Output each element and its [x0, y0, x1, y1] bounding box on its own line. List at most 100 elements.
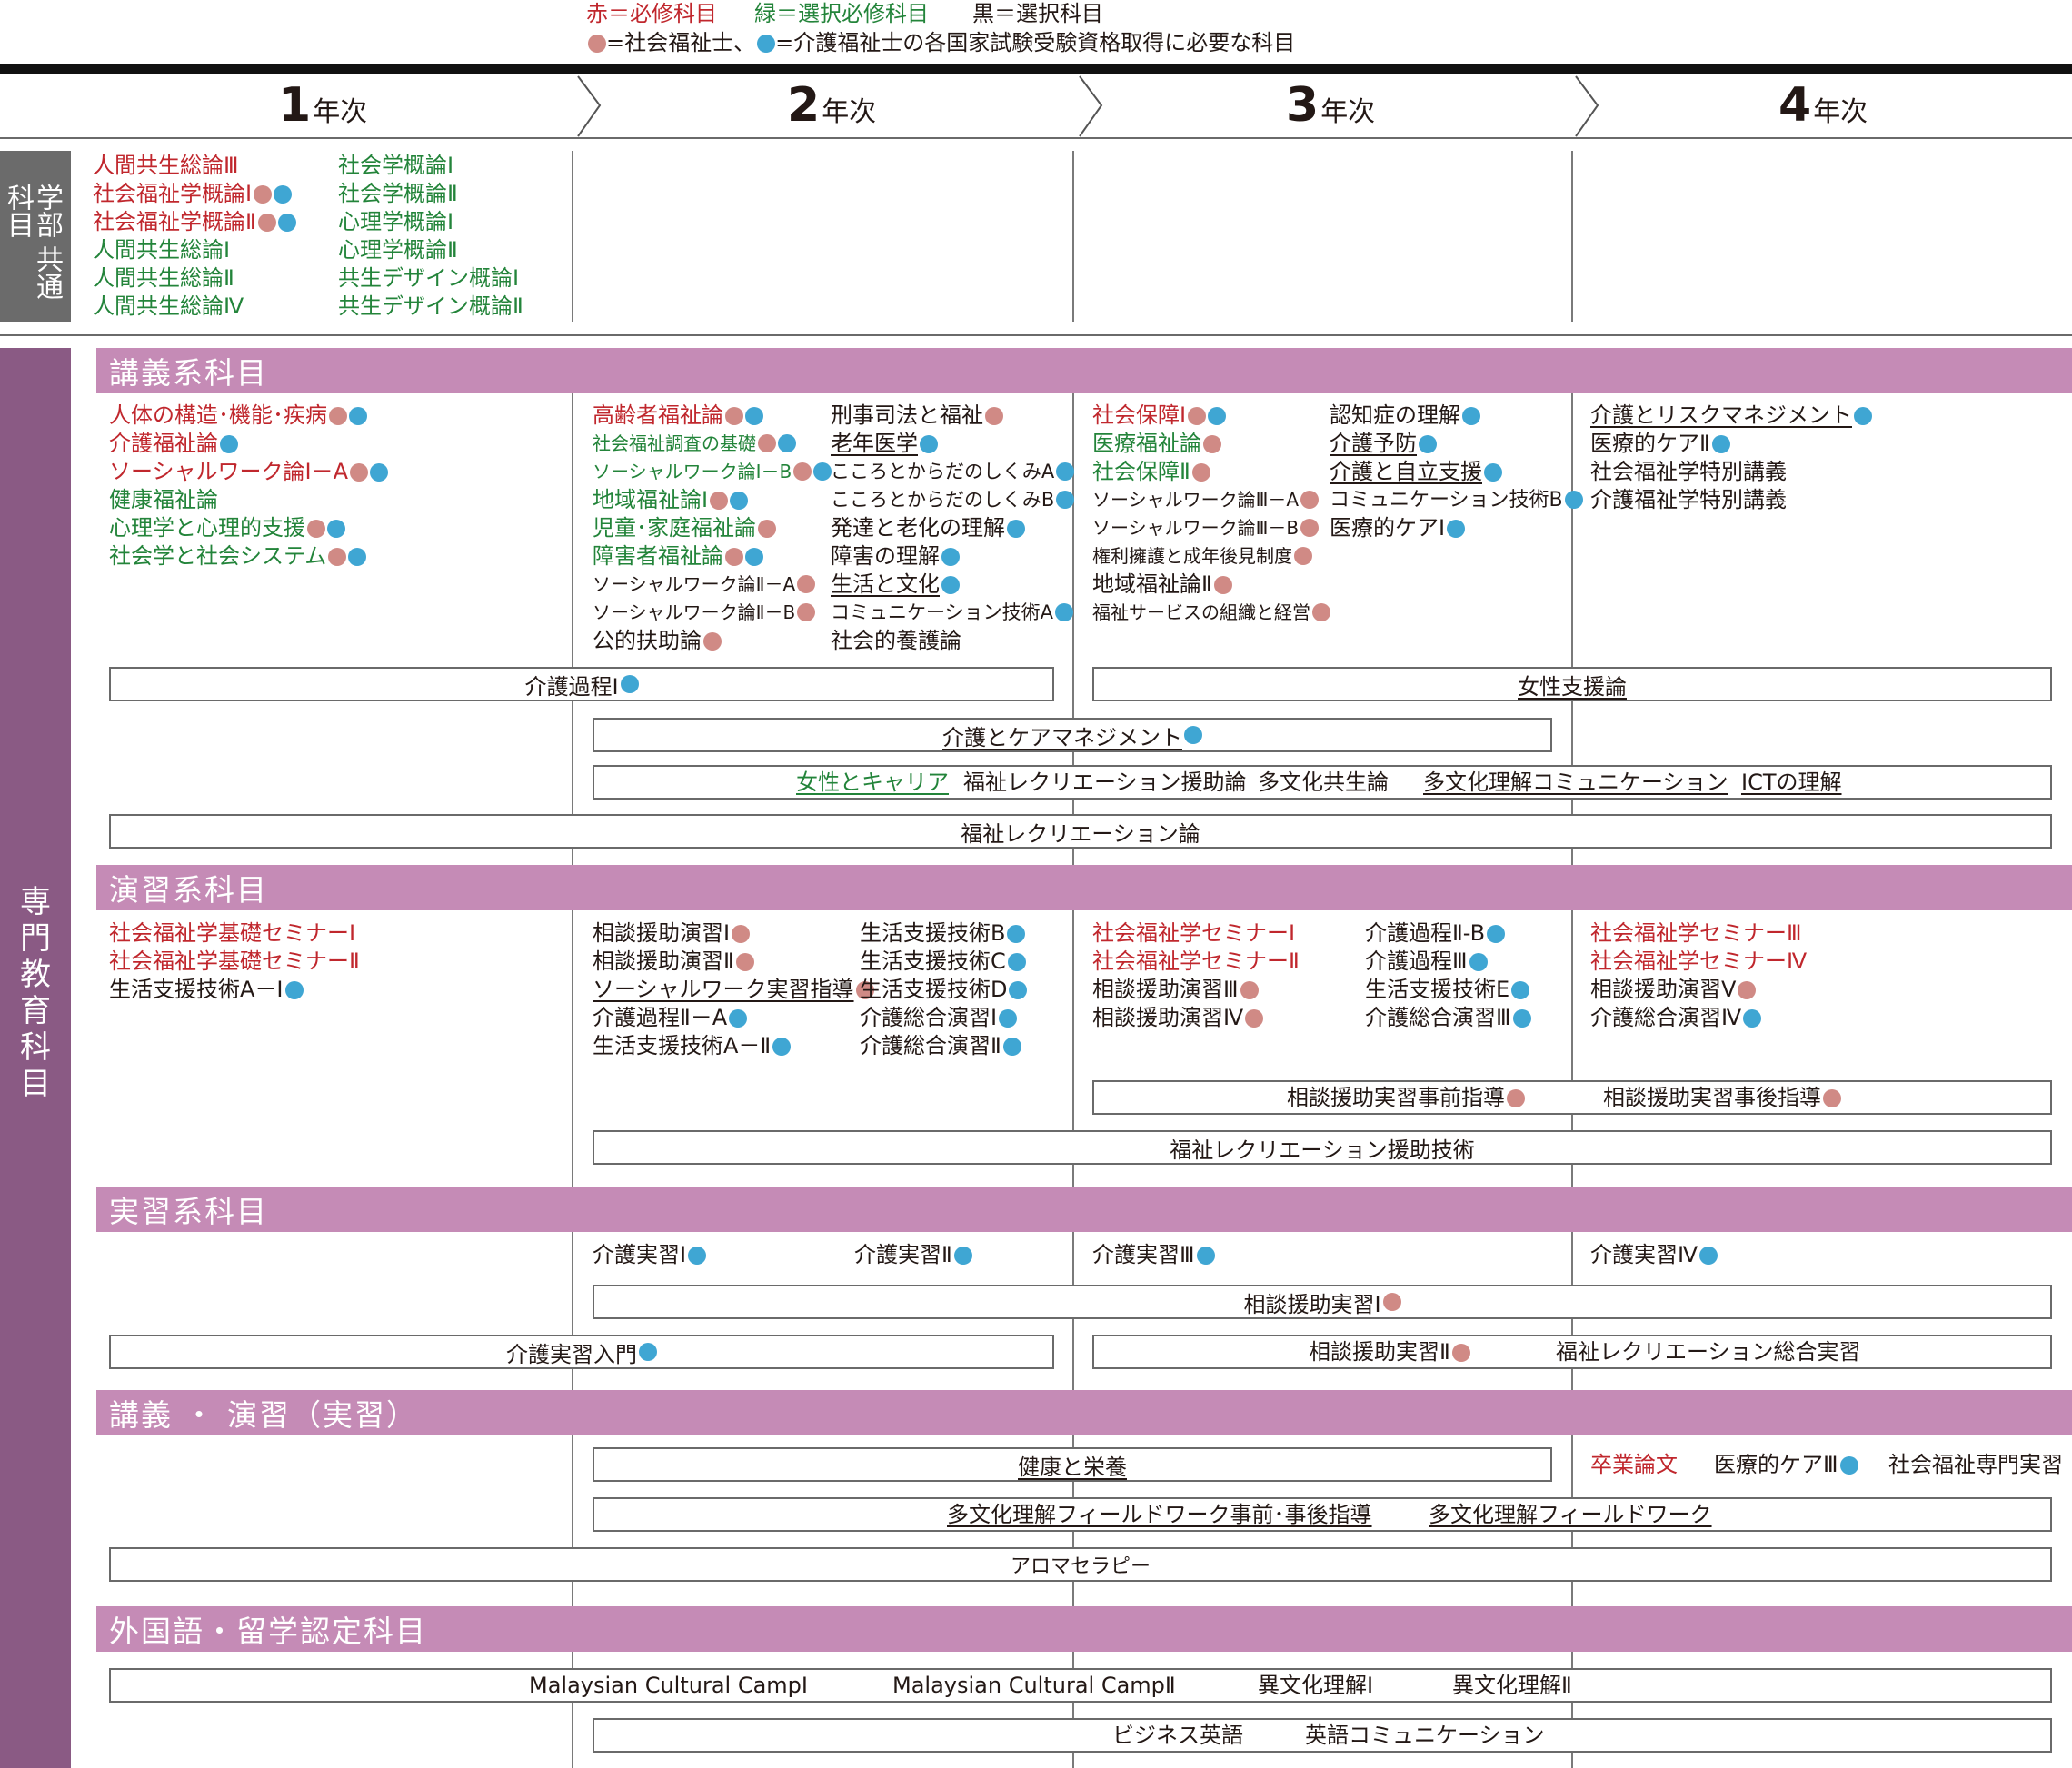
course[interactable]: 介護過程Ⅱ－A	[593, 1004, 748, 1032]
course[interactable]: ソーシャルワーク論Ⅱ－B	[593, 599, 816, 627]
course[interactable]: コミュニケーション技術A	[831, 599, 1073, 627]
course-box[interactable]: 女性とキャリア 福祉レクリエーション援助論 多文化共生論 多文化理解コミュニケー…	[593, 765, 2052, 800]
course[interactable]: 健康福祉論	[109, 486, 218, 514]
course[interactable]: 社会福祉専門実習	[1888, 1451, 2063, 1479]
course[interactable]: 発達と老化の理解	[831, 514, 1025, 542]
course-box[interactable]: 介護実習入門	[109, 1335, 1054, 1369]
course-box[interactable]: 多文化理解フィールドワーク事前･事後指導 多文化理解フィールドワーク	[593, 1497, 2052, 1532]
course[interactable]: 社会福祉学セミナーⅢ	[1590, 919, 1802, 948]
course[interactable]: 人間共生総論Ⅳ	[93, 293, 244, 321]
course-box[interactable]: 介護過程Ⅰ	[109, 667, 1054, 701]
course[interactable]: 社会学と社会システム	[109, 542, 367, 571]
course-box[interactable]: 福祉レクリエーション論	[109, 814, 2052, 849]
course[interactable]: ソーシャルワーク実習指導	[593, 976, 874, 1004]
course[interactable]: 介護福祉学特別講義	[1590, 486, 1787, 514]
course[interactable]: 医療福祉論	[1092, 430, 1221, 458]
course[interactable]: 社会学概論Ⅱ	[338, 180, 458, 208]
course[interactable]: 介護福祉論	[109, 430, 238, 458]
course[interactable]: 生活支援技術C	[860, 948, 1026, 976]
course-box[interactable]: 女性支援論	[1092, 667, 2052, 701]
course[interactable]: 医療的ケアⅠ	[1330, 514, 1466, 542]
course[interactable]: 社会福祉学概論Ⅱ	[93, 208, 296, 236]
course-box[interactable]: アロマセラピー	[109, 1547, 2052, 1582]
course[interactable]: 卒業論文	[1590, 1451, 1678, 1479]
course[interactable]: 社会保障Ⅱ	[1092, 458, 1210, 486]
course-box[interactable]: 相談援助実習Ⅰ	[593, 1285, 2052, 1319]
course[interactable]: 心理学と心理的支援	[109, 514, 345, 542]
course[interactable]: 社会福祉学基礎セミナーⅠ	[109, 919, 355, 948]
course-box[interactable]: 福祉レクリエーション援助技術	[593, 1130, 2052, 1165]
course-box[interactable]: 健康と栄養	[593, 1447, 1552, 1482]
course[interactable]: 社会福祉学セミナーⅠ	[1092, 919, 1295, 948]
course[interactable]: 共生デザイン概論Ⅱ	[338, 293, 523, 321]
course[interactable]: 高齢者福祉論	[593, 402, 763, 430]
course-box[interactable]: 介護とケアマネジメント	[593, 718, 1552, 752]
course[interactable]: 社会福祉学概論Ⅰ	[93, 180, 293, 208]
course[interactable]: 社会保障Ⅰ	[1092, 402, 1227, 430]
course[interactable]: 公的扶助論	[593, 627, 722, 655]
course-box[interactable]: ビジネス英語 英語コミュニケーション	[593, 1718, 2052, 1753]
course[interactable]: こころとからだのしくみB	[831, 486, 1075, 514]
course[interactable]: 児童･家庭福祉論	[593, 514, 776, 542]
course[interactable]: 生活支援技術A－Ⅱ	[593, 1032, 792, 1060]
course[interactable]: 相談援助演習Ⅴ	[1590, 976, 1757, 1004]
course[interactable]: 介護過程Ⅱ-B	[1365, 919, 1506, 948]
course[interactable]: 心理学概論Ⅰ	[338, 208, 453, 236]
course[interactable]: 老年医学	[831, 430, 938, 458]
course[interactable]: 相談援助演習Ⅰ	[593, 919, 751, 948]
course[interactable]: 障害の理解	[831, 542, 960, 571]
course[interactable]: 地域福祉論Ⅱ	[1092, 571, 1232, 599]
course[interactable]: 相談援助演習Ⅲ	[1092, 976, 1259, 1004]
course[interactable]: 認知症の理解	[1330, 402, 1480, 430]
course[interactable]: 社会福祉学特別講義	[1590, 458, 1787, 486]
course[interactable]: 生活と文化	[831, 571, 960, 599]
course[interactable]: 相談援助演習Ⅱ	[593, 948, 754, 976]
course[interactable]: 共生デザイン概論Ⅰ	[338, 264, 519, 293]
course[interactable]: 人間共生総論Ⅱ	[93, 264, 234, 293]
course[interactable]: 地域福祉論Ⅰ	[593, 486, 749, 514]
course[interactable]: 障害者福祉論	[593, 542, 763, 571]
course[interactable]: 権利擁護と成年後見制度	[1092, 542, 1312, 571]
course[interactable]: ソーシャルワーク論Ⅰ－B	[593, 458, 832, 486]
course[interactable]: 刑事司法と福祉	[831, 402, 1003, 430]
course[interactable]: コミュニケーション技術B	[1330, 486, 1583, 514]
course[interactable]: 介護総合演習Ⅳ	[1590, 1004, 1762, 1032]
course[interactable]: 心理学概論Ⅱ	[338, 236, 458, 264]
course[interactable]: 生活支援技術A－Ⅰ	[109, 976, 304, 1004]
course[interactable]: 社会福祉調査の基礎	[593, 430, 796, 458]
course[interactable]: 社会福祉学セミナーⅣ	[1590, 948, 1807, 976]
course[interactable]: こころとからだのしくみA	[831, 458, 1075, 486]
course-box[interactable]: Malaysian Cultural CampⅠ Malaysian Cultu…	[109, 1668, 2052, 1703]
course[interactable]: 介護と自立支援	[1330, 458, 1502, 486]
course[interactable]: 介護総合演習Ⅲ	[1365, 1004, 1531, 1032]
course[interactable]: ソーシャルワーク論Ⅱ－A	[593, 571, 816, 599]
course[interactable]: 介護予防	[1330, 430, 1437, 458]
course[interactable]: 社会学概論Ⅰ	[338, 152, 453, 180]
course[interactable]: 介護過程Ⅲ	[1365, 948, 1488, 976]
course[interactable]: 生活支援技術E	[1365, 976, 1530, 1004]
course[interactable]: 相談援助演習Ⅳ	[1092, 1004, 1264, 1032]
course[interactable]: 医療的ケアⅢ	[1714, 1451, 1858, 1479]
course[interactable]: ソーシャルワーク論Ⅲ－A	[1092, 486, 1320, 514]
course[interactable]: ソーシャルワーク論Ⅰ－A	[109, 458, 389, 486]
course[interactable]: 人間共生総論Ⅰ	[93, 236, 230, 264]
course[interactable]: 社会的養護論	[831, 627, 961, 655]
course[interactable]: 介護実習Ⅳ	[1590, 1241, 1718, 1269]
course[interactable]: 医療的ケアⅡ	[1590, 430, 1730, 458]
course[interactable]: 介護実習Ⅰ	[593, 1241, 707, 1269]
course-box[interactable]: 相談援助実習Ⅱ 福祉レクリエーション総合実習	[1092, 1335, 2052, 1369]
course[interactable]: 人体の構造･機能･疾病	[109, 402, 367, 430]
course[interactable]: 介護実習Ⅲ	[1092, 1241, 1215, 1269]
course[interactable]: 生活支援技術B	[860, 919, 1026, 948]
course[interactable]: 社会福祉学セミナーⅡ	[1092, 948, 1300, 976]
course[interactable]: 社会福祉学基礎セミナーⅡ	[109, 948, 360, 976]
course[interactable]: 介護総合演習Ⅰ	[860, 1004, 1018, 1032]
course[interactable]: 介護実習Ⅱ	[854, 1241, 972, 1269]
course[interactable]: ソーシャルワーク論Ⅲ－B	[1092, 514, 1320, 542]
course[interactable]: 介護とリスクマネジメント	[1590, 402, 1872, 430]
course[interactable]: 人間共生総論Ⅲ	[93, 152, 239, 180]
course[interactable]: 介護総合演習Ⅱ	[860, 1032, 1021, 1060]
course-box[interactable]: 相談援助実習事前指導 相談援助実習事後指導	[1092, 1080, 2052, 1115]
course[interactable]: 福祉サービスの組織と経営	[1092, 599, 1330, 627]
course[interactable]: 生活支援技術D	[860, 976, 1028, 1004]
